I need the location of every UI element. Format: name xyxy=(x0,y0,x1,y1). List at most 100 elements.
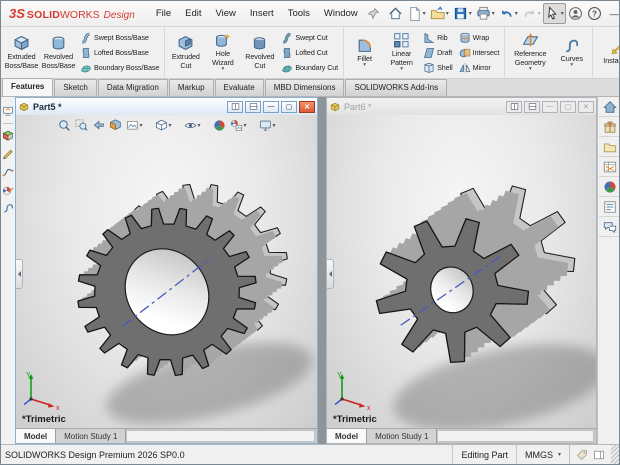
chevron-down-icon[interactable]: ▾ xyxy=(446,10,449,17)
doc-tab-model[interactable]: Model xyxy=(327,429,367,443)
tab-markup[interactable]: Markup xyxy=(169,79,214,96)
open-folder-button[interactable]: ▾ xyxy=(428,3,451,24)
chevron-down-icon[interactable]: ▾ xyxy=(221,67,224,73)
sketch-button[interactable] xyxy=(2,148,14,160)
menu-tools[interactable]: Tools xyxy=(281,4,317,23)
chevron-down-icon[interactable]: ▾ xyxy=(561,10,564,17)
help-button[interactable]: ? xyxy=(585,3,604,24)
chevron-down-icon[interactable]: ▾ xyxy=(492,10,495,17)
ribbon-button-intersect[interactable]: Intersect xyxy=(457,45,502,60)
account-button[interactable] xyxy=(566,3,585,24)
tile-v-button[interactable] xyxy=(506,101,522,113)
view-palette-tab[interactable] xyxy=(599,157,620,177)
chevron-down-icon[interactable]: ▾ xyxy=(515,10,518,17)
ribbon-button-swept-boss-base[interactable]: Swept Boss/Base xyxy=(78,30,161,45)
doc-tab-model[interactable]: Model xyxy=(16,429,56,443)
chevron-down-icon[interactable]: ▾ xyxy=(273,122,276,129)
minimize-button[interactable]: — xyxy=(542,101,558,113)
chevron-down-icon[interactable]: ▾ xyxy=(197,122,200,129)
ribbon-button-extruded-cut[interactable]: Extruded Cut xyxy=(167,34,204,71)
viewport-divider[interactable] xyxy=(318,97,326,444)
custom-properties-tab[interactable] xyxy=(599,197,620,217)
model-canvas-part5[interactable]: ▾▾▾▾▾ Yx *Trimetric xyxy=(16,115,317,428)
view-cube-button[interactable]: ▾ xyxy=(153,118,172,133)
ribbon-button-draft[interactable]: Draft xyxy=(421,45,454,60)
tab-sketch[interactable]: Sketch xyxy=(54,79,96,96)
ribbon-button-lofted-boss-base[interactable]: Lofted Boss/Base xyxy=(78,45,161,60)
save-button[interactable]: ▾ xyxy=(451,3,474,24)
annotation-views-button[interactable]: ▾ xyxy=(124,118,143,133)
tab-features[interactable]: Features xyxy=(2,78,53,96)
zoom-fit-button[interactable] xyxy=(56,118,71,133)
ribbon-button-reference-geometry[interactable]: Reference Geometry▾ xyxy=(507,31,553,73)
menu-file[interactable]: File xyxy=(149,4,178,23)
scene-button[interactable]: ▾ xyxy=(229,118,248,133)
ribbon-button-extruded-boss-base[interactable]: Extruded Boss/Base xyxy=(3,34,40,71)
menu-edit[interactable]: Edit xyxy=(178,4,208,23)
undo-button[interactable]: ▾ xyxy=(497,3,520,24)
ribbon-button-hole-wizard[interactable]: Hole Wizard▾ xyxy=(204,31,241,73)
tab-evaluate[interactable]: Evaluate xyxy=(215,79,264,96)
edit-part-button[interactable] xyxy=(2,130,14,142)
new-doc-button[interactable]: ▾ xyxy=(405,3,428,24)
ribbon-button-swept-cut[interactable]: Swept Cut xyxy=(279,30,340,45)
tile-h-button[interactable] xyxy=(245,101,261,113)
ribbon-button-boundary-boss-base[interactable]: Boundary Boss/Base xyxy=(78,60,161,75)
menu-window[interactable]: Window xyxy=(317,4,365,23)
chevron-down-icon[interactable]: ▾ xyxy=(570,63,573,69)
chevron-down-icon[interactable]: ▾ xyxy=(423,10,426,17)
ribbon-button-shell[interactable]: Shell xyxy=(421,60,454,75)
pin-menu-icon[interactable] xyxy=(367,7,380,20)
panel-button[interactable] xyxy=(593,449,605,461)
ribbon-button-linear-pattern[interactable]: Linear Pattern▾ xyxy=(383,31,420,73)
chevron-down-icon[interactable]: ▾ xyxy=(469,10,472,17)
ribbon-button-rib[interactable]: Rib xyxy=(421,30,454,45)
minimize-button[interactable]: — xyxy=(263,101,279,113)
menu-view[interactable]: View xyxy=(209,4,243,23)
print-button[interactable]: ▾ xyxy=(474,3,497,24)
pin-menu-icon[interactable] xyxy=(367,7,380,20)
menu-insert[interactable]: Insert xyxy=(243,4,281,23)
viewport-part6-header[interactable]: Part6 * —▢✕ xyxy=(327,98,596,115)
minimize-button[interactable]: — xyxy=(604,5,620,23)
previous-view-button[interactable] xyxy=(90,118,105,133)
ribbon-button-revolved-boss-base[interactable]: Revolved Boss/Base xyxy=(40,34,77,71)
chevron-down-icon[interactable]: ▾ xyxy=(139,122,142,129)
viewport-part5-header[interactable]: Part5 * —▢✕ xyxy=(16,98,317,115)
resize-grip[interactable] xyxy=(611,445,619,464)
chevron-down-icon[interactable]: ▾ xyxy=(538,10,541,17)
appearances-tab[interactable] xyxy=(599,177,620,197)
eye-button[interactable]: ▾ xyxy=(182,118,201,133)
doc-tab-motion-study-1[interactable]: Motion Study 1 xyxy=(367,429,437,443)
close-button[interactable]: ✕ xyxy=(578,101,594,113)
zoom-area-button[interactable] xyxy=(73,118,88,133)
ribbon-button-instant3d[interactable]: Instant3D xyxy=(595,38,620,66)
model-canvas-part6[interactable]: Yx *Trimetric xyxy=(327,115,596,428)
tab-solidworks-add-ins[interactable]: SOLIDWORKS Add-Ins xyxy=(345,79,447,96)
tile-h-button[interactable] xyxy=(524,101,540,113)
tag-button[interactable] xyxy=(576,449,588,461)
feature-tree-collapse-handle[interactable] xyxy=(327,259,334,289)
ribbon-button-revolved-cut[interactable]: Revolved Cut xyxy=(241,34,278,71)
restore-button[interactable]: ▢ xyxy=(281,101,297,113)
ribbon-button-curves[interactable]: Curves▾ xyxy=(553,36,590,70)
home-button[interactable] xyxy=(386,3,405,24)
colorball-button[interactable] xyxy=(212,118,227,133)
tile-v-button[interactable] xyxy=(227,101,243,113)
forum-tab[interactable] xyxy=(599,217,620,237)
close-button[interactable]: ✕ xyxy=(299,101,315,113)
units-selector[interactable]: MMGS▾ xyxy=(516,445,569,464)
curve-button[interactable] xyxy=(2,202,14,214)
section-view-button[interactable] xyxy=(107,118,122,133)
resources-tab[interactable] xyxy=(599,117,620,137)
chevron-down-icon[interactable]: ▾ xyxy=(400,67,403,73)
home-pane-tab[interactable] xyxy=(599,97,620,117)
spline-button[interactable] xyxy=(2,166,14,178)
share-screen-button[interactable] xyxy=(2,105,14,117)
chevron-down-icon[interactable]: ▾ xyxy=(168,122,171,129)
restore-button[interactable]: ▢ xyxy=(560,101,576,113)
tab-mbd-dimensions[interactable]: MBD Dimensions xyxy=(265,79,345,96)
ribbon-button-boundary-cut[interactable]: Boundary Cut xyxy=(279,60,340,75)
chevron-down-icon[interactable]: ▾ xyxy=(244,122,247,129)
file-explorer-tab[interactable] xyxy=(599,137,620,157)
